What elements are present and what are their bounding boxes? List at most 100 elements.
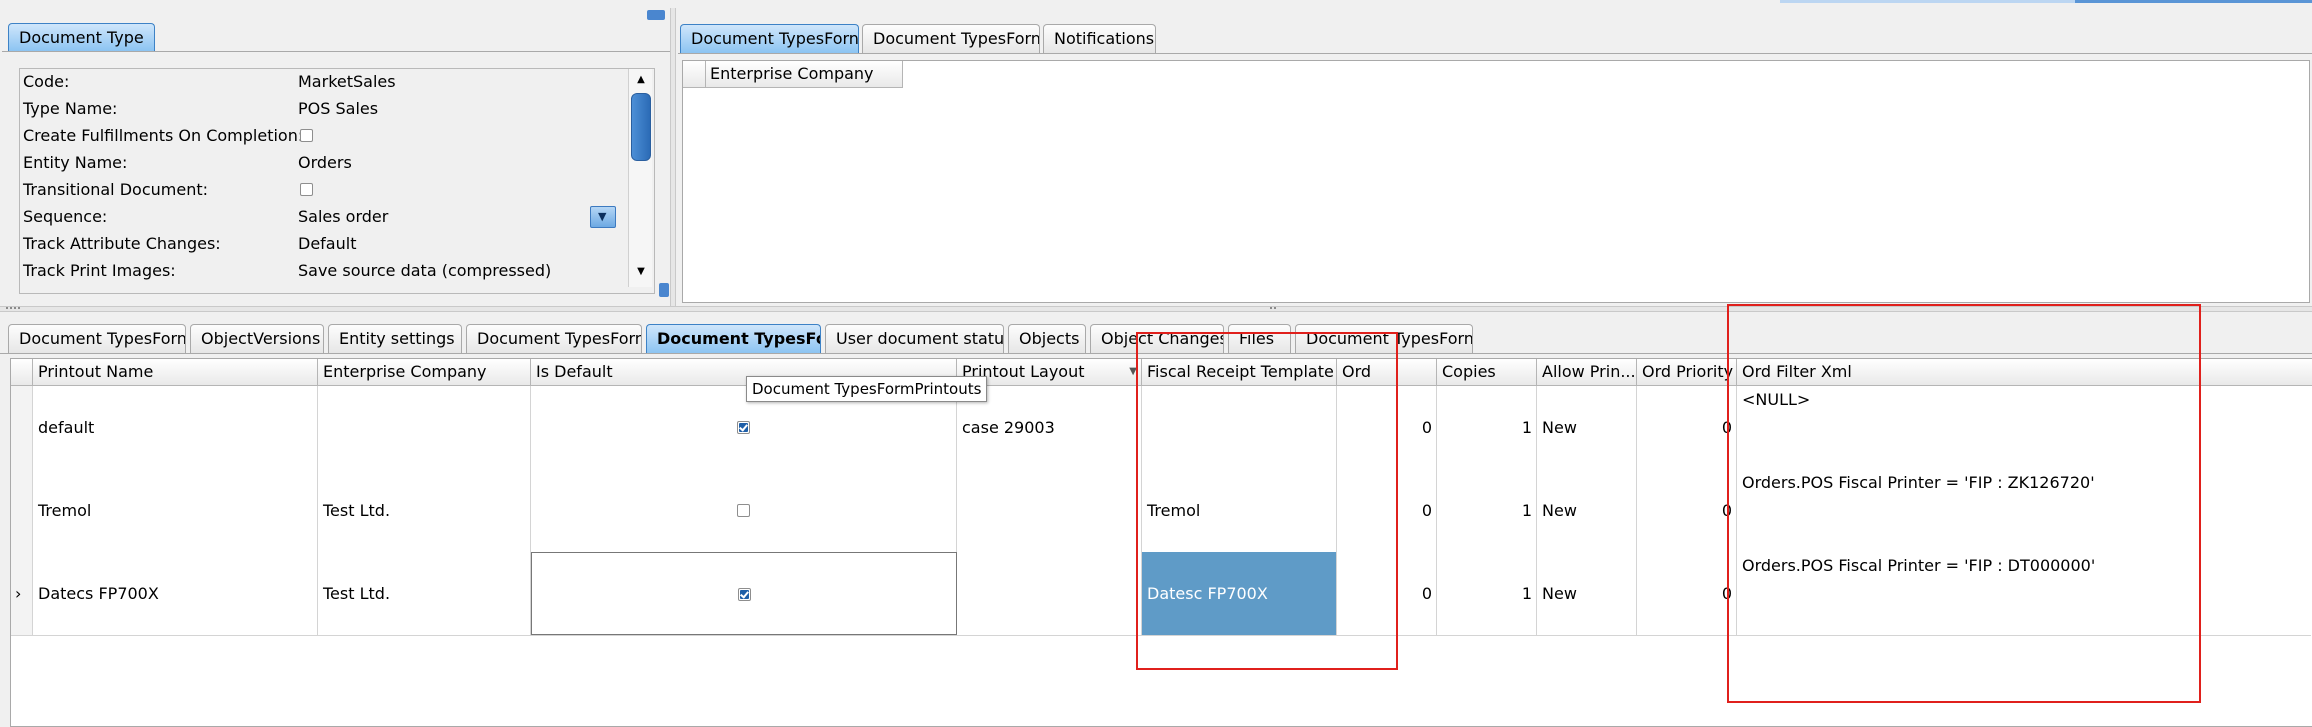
table-row[interactable]: Tremol Test Ltd. Tremol 0 1 New 0 Orders.POS Fi… [11, 469, 2312, 553]
is-default-checkbox[interactable] [738, 588, 751, 601]
cell-priority[interactable]: 0 [1637, 469, 1737, 552]
row-header-corner[interactable] [11, 359, 33, 386]
is-default-cell[interactable] [531, 552, 957, 635]
sort-indicator-icon[interactable]: ▼ [1129, 359, 1137, 385]
property-value: Orders [298, 153, 352, 172]
scroll-up-icon[interactable]: ▲ [633, 73, 649, 87]
tab-document-type[interactable]: Document Type [8, 23, 155, 51]
cell-ord[interactable]: 0 [1337, 552, 1437, 635]
cell-name[interactable]: default [33, 386, 318, 469]
column-header[interactable]: Allow Prin... [1537, 359, 1637, 386]
column-header[interactable]: Enterprise Company [318, 359, 531, 386]
cell-filter[interactable]: Orders.POS Fiscal Printer = 'FIP : ZK126… [1737, 469, 2312, 552]
table-row[interactable]: › Datecs FP700X Test Ltd. Datesc FP700X 0 1 Ne… [11, 552, 2312, 636]
column-header[interactable]: Fiscal Receipt Template [1142, 359, 1337, 386]
top-right-pane: Document TypesForn Document TypesForn Noti… [678, 8, 2312, 306]
splitter-grip-icon[interactable] [1270, 307, 1276, 311]
is-default-cell[interactable] [531, 469, 957, 552]
column-header-label: Is Default [536, 362, 613, 381]
column-header-label: Copies [1442, 362, 1496, 381]
tab-top-right[interactable]: Notifications [1043, 24, 1156, 53]
column-header[interactable]: Ord Priority [1637, 359, 1737, 386]
cell-priority[interactable]: 0 [1637, 386, 1737, 469]
tab-bottom[interactable]: Document TypesForn [8, 324, 186, 353]
sequence-select[interactable]: Sales order [298, 203, 388, 230]
enterprise-company-grid: Enterprise Company [682, 60, 2310, 303]
cell-copies[interactable]: 1 [1437, 469, 1537, 552]
column-header-label: Printout Name [38, 362, 154, 381]
column-header[interactable]: Ord Filter Xml [1737, 359, 2312, 386]
cell-layout[interactable] [957, 469, 1142, 552]
cell-name[interactable]: Tremol [33, 469, 318, 552]
sequence-dropdown-button[interactable]: ▼ [590, 206, 616, 228]
cell-fiscal[interactable]: Tremol [1142, 469, 1337, 552]
cell-filter[interactable]: Orders.POS Fiscal Printer = 'FIP : DT000… [1737, 552, 2312, 635]
table-row[interactable]: default case 29003 0 1 New 0 <NULL> [11, 386, 2312, 470]
tab-bottom[interactable]: Entity settings [328, 324, 462, 353]
cell-fiscal[interactable]: Datesc FP700X [1142, 552, 1337, 635]
property-checkbox[interactable] [300, 129, 313, 142]
splitter-arrow-icon[interactable] [659, 283, 669, 297]
grid-header: Printout Name Enterprise Company Is Defaul… [11, 359, 2312, 386]
row-selector[interactable] [11, 469, 33, 552]
title-progress-strip-fill [2075, 0, 2312, 3]
column-header-label: Ord Filter Xml [1742, 362, 1852, 381]
bottom-tabs: Document TypesForn ObjectVersions Entity s… [8, 324, 1908, 353]
property-value: Save source data (compressed) [298, 261, 552, 280]
is-default-checkbox[interactable] [737, 504, 750, 517]
tab-strip-line [678, 53, 2312, 54]
tab-tooltip: Document TypesFormPrintouts [746, 376, 988, 402]
property-label: Create Fulfillments On Completion: [23, 126, 304, 145]
tab-top-right[interactable]: Document TypesForn [862, 24, 1040, 53]
cell-allow[interactable]: New [1537, 469, 1637, 552]
cell-allow[interactable]: New [1537, 386, 1637, 469]
row-selector[interactable]: › [11, 552, 33, 635]
column-header[interactable]: Printout Name [33, 359, 318, 386]
tab-bottom[interactable]: Files [1228, 324, 1291, 353]
tab-bottom[interactable]: Document TypesForn [1295, 324, 1473, 353]
cell-copies[interactable]: 1 [1437, 386, 1537, 469]
property-checkbox[interactable] [300, 183, 313, 196]
collapse-top-icon[interactable] [647, 10, 665, 20]
cell-layout[interactable] [957, 552, 1142, 635]
cell-priority[interactable]: 0 [1637, 552, 1737, 635]
cell-fiscal[interactable] [1142, 386, 1337, 469]
column-header[interactable]: Ord [1337, 359, 1437, 386]
top-right-tabs: Document TypesForn Document TypesForn Noti… [680, 24, 2080, 53]
tab-bottom[interactable]: Objects [1008, 324, 1086, 353]
property-label: Transitional Document: [23, 180, 208, 199]
tab-strip-line [0, 353, 2312, 354]
tab-bottom[interactable]: ObjectVersions [190, 324, 324, 353]
tab-top-right[interactable]: Document TypesForn [680, 24, 859, 53]
column-header[interactable]: Copies [1437, 359, 1537, 386]
tab-bottom[interactable]: Document TypesForn [466, 324, 642, 353]
column-header-label: Fiscal Receipt Template [1147, 362, 1334, 381]
property-value: POS Sales [298, 99, 379, 118]
property-label: Type Name: [23, 99, 118, 118]
column-header-enterprise-company[interactable]: Enterprise Company [683, 61, 903, 88]
cell-company[interactable]: Test Ltd. [318, 552, 531, 635]
tab-bottom[interactable]: Document TypesFo [646, 324, 821, 353]
is-default-checkbox[interactable] [737, 421, 750, 434]
chevron-down-icon: ▼ [598, 210, 607, 223]
scroll-thumb[interactable] [631, 93, 651, 161]
splitter-grip-icon[interactable] [6, 307, 20, 311]
cell-ord[interactable]: 0 [1337, 386, 1437, 469]
tab-bottom[interactable]: Object Changes [1090, 324, 1224, 353]
cell-ord[interactable]: 0 [1337, 469, 1437, 552]
printouts-grid: Printout Name Enterprise Company Is Defaul… [10, 358, 2312, 727]
cell-copies[interactable]: 1 [1437, 552, 1537, 635]
property-value: MarketSales [298, 72, 396, 91]
cell-company[interactable]: Test Ltd. [318, 469, 531, 552]
row-selector[interactable] [11, 386, 33, 469]
cell-name[interactable]: Datecs FP700X [33, 552, 318, 635]
cell-company[interactable] [318, 386, 531, 469]
horizontal-splitter[interactable] [0, 306, 2312, 312]
vertical-splitter[interactable] [670, 8, 676, 306]
cell-allow[interactable]: New [1537, 552, 1637, 635]
properties-scrollbar[interactable]: ▲ ▼ [628, 69, 652, 287]
cell-filter[interactable]: <NULL> [1737, 386, 2312, 469]
scroll-down-icon[interactable]: ▼ [633, 265, 649, 279]
property-label: Track Print Images: [23, 261, 176, 280]
tab-bottom[interactable]: User document status [825, 324, 1004, 353]
